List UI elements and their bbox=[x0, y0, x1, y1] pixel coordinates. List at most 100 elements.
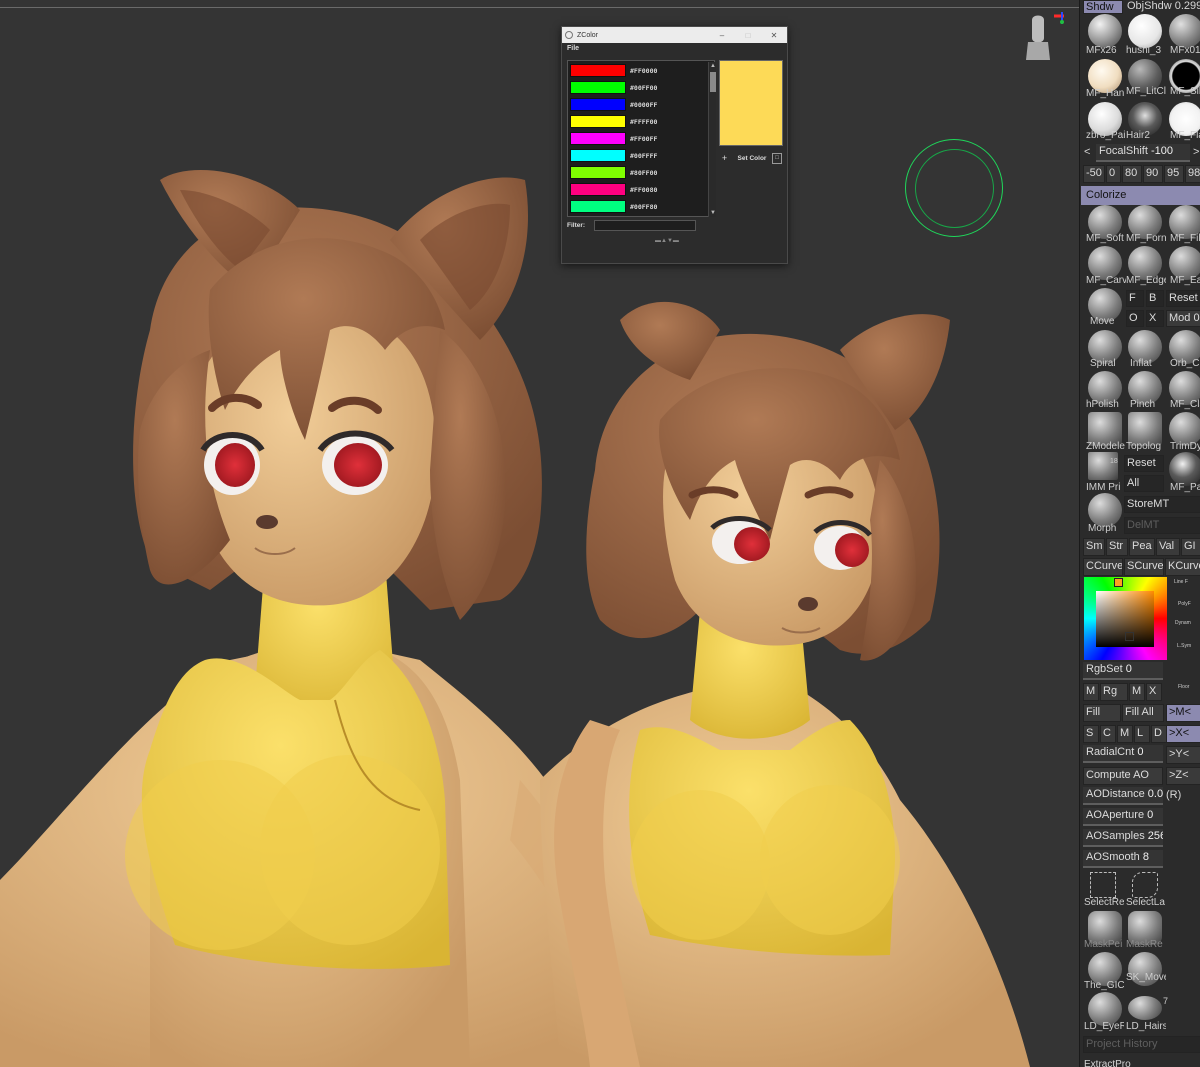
ld-hairs-icon[interactable] bbox=[1128, 996, 1162, 1020]
focal-preset-button[interactable]: 0 bbox=[1106, 165, 1121, 183]
select-rect-icon[interactable] bbox=[1090, 872, 1116, 898]
m-button[interactable]: M bbox=[1083, 683, 1099, 701]
back-toggle-button[interactable]: B bbox=[1146, 290, 1164, 307]
focal-preset-button[interactable]: 95 bbox=[1164, 165, 1184, 183]
aosamples-slider[interactable]: AOSamples 256 bbox=[1083, 829, 1163, 847]
zcolor-menu-file[interactable]: File bbox=[562, 43, 787, 55]
aosmooth-slider[interactable]: AOSmooth 8 bbox=[1083, 850, 1163, 868]
swatch-row[interactable]: #00FF00 bbox=[570, 80, 657, 95]
c-button[interactable]: C bbox=[1100, 725, 1116, 743]
stroke-gi-button[interactable]: GI bbox=[1181, 538, 1200, 556]
color-cursor[interactable] bbox=[1125, 632, 1134, 641]
swatch-color[interactable] bbox=[570, 132, 626, 145]
radialcnt-slider[interactable]: RadialCnt 0 bbox=[1083, 745, 1163, 763]
swatch-color[interactable] bbox=[570, 81, 626, 94]
focal-preset-button[interactable]: 98 bbox=[1185, 165, 1200, 183]
swatch-color[interactable] bbox=[570, 149, 626, 162]
stroke-sm-button[interactable]: Sm bbox=[1083, 538, 1105, 556]
swatch-row[interactable]: #80FF00 bbox=[570, 165, 657, 180]
front-toggle-button[interactable]: F bbox=[1126, 290, 1144, 307]
swatch-row[interactable]: #00FFFF bbox=[570, 148, 657, 163]
project-history-button[interactable]: Project History bbox=[1083, 1036, 1200, 1053]
stroke-str-button[interactable]: Str bbox=[1106, 538, 1128, 556]
swatch-color[interactable] bbox=[570, 98, 626, 111]
all-button[interactable]: All bbox=[1124, 475, 1164, 492]
material-hushi-icon[interactable] bbox=[1128, 14, 1162, 48]
saturation-value-square[interactable] bbox=[1096, 591, 1154, 647]
axis-y-button[interactable]: >Y< bbox=[1166, 746, 1200, 764]
swatch-row[interactable]: #FFFF00 bbox=[570, 114, 657, 129]
focal-preset-button[interactable]: -50 bbox=[1083, 165, 1105, 183]
zcolor-titlebar[interactable]: ZColor – □ ✕ bbox=[562, 27, 787, 43]
d-button[interactable]: D bbox=[1151, 725, 1167, 743]
set-color-button[interactable]: Set Color bbox=[731, 153, 773, 165]
shdw-button[interactable]: Shdw bbox=[1083, 0, 1123, 14]
brush-imm-icon[interactable] bbox=[1088, 452, 1118, 480]
scroll-down-icon[interactable]: ▼ bbox=[709, 209, 717, 217]
scroll-thumb[interactable] bbox=[710, 72, 716, 92]
swatch-row[interactable]: #FF0080 bbox=[570, 182, 657, 197]
colorize-header[interactable]: Colorize bbox=[1081, 186, 1200, 205]
hue-cursor[interactable] bbox=[1114, 578, 1123, 587]
swatch-color[interactable] bbox=[570, 166, 626, 179]
compute-ao-button[interactable]: Compute AO bbox=[1083, 767, 1163, 785]
rgbset-slider[interactable]: RgbSet 0 bbox=[1083, 662, 1163, 680]
color-picker-wheel[interactable] bbox=[1084, 577, 1167, 660]
m2-button[interactable]: M bbox=[1117, 725, 1133, 743]
maximize-icon[interactable]: □ bbox=[735, 31, 761, 40]
swatch-row[interactable]: #0000FF bbox=[570, 97, 657, 112]
copy-icon[interactable]: □ bbox=[772, 153, 782, 164]
l-button[interactable]: L bbox=[1134, 725, 1150, 743]
rgb-button[interactable]: Rg bbox=[1100, 683, 1128, 701]
storemt-button[interactable]: StoreMT bbox=[1124, 496, 1200, 513]
focalshift-slider[interactable]: FocalShift -100 bbox=[1096, 144, 1190, 162]
focalshift-right-arrow[interactable]: > bbox=[1193, 146, 1199, 159]
zcolor-window[interactable]: ZColor – □ ✕ File #FF0000 #00FF00 #0000FF #… bbox=[561, 26, 788, 264]
brush-mfpal-icon[interactable] bbox=[1169, 452, 1200, 486]
ccurve-button[interactable]: CCurve bbox=[1083, 558, 1123, 576]
swatch-color[interactable] bbox=[570, 115, 626, 128]
aodistance-slider[interactable]: AODistance 0.09 bbox=[1083, 787, 1163, 805]
minimize-icon[interactable]: – bbox=[709, 31, 735, 40]
filter-input[interactable] bbox=[594, 220, 696, 231]
swatch-row[interactable]: #00FF80 bbox=[570, 199, 657, 214]
stroke-pea-button[interactable]: Pea bbox=[1129, 538, 1155, 556]
swatch-list-scrollbar[interactable]: ▲ ▼ bbox=[708, 62, 716, 217]
viewport-canvas[interactable] bbox=[0, 0, 1079, 1067]
orientation-gizmo[interactable] bbox=[1010, 8, 1070, 68]
axis-m-button[interactable]: >M< bbox=[1166, 704, 1200, 722]
focal-preset-button[interactable]: 80 bbox=[1122, 165, 1142, 183]
s-button[interactable]: S bbox=[1083, 725, 1099, 743]
swatch-color[interactable] bbox=[570, 183, 626, 196]
reset-button[interactable]: Reset bbox=[1166, 290, 1200, 307]
swatch-row[interactable]: #FF00FF bbox=[570, 131, 657, 146]
delmt-button[interactable]: DelMT bbox=[1124, 517, 1200, 534]
resize-grip-icon[interactable]: ▬▲▼▬ bbox=[637, 238, 697, 244]
swatch-color[interactable] bbox=[570, 64, 626, 77]
objshdw-slider[interactable]: ObjShdw 0.299 bbox=[1127, 0, 1200, 13]
scroll-up-icon[interactable]: ▲ bbox=[709, 62, 717, 70]
material-mfx26-icon[interactable] bbox=[1088, 14, 1122, 48]
stroke-val-button[interactable]: Val bbox=[1156, 538, 1180, 556]
add-color-button[interactable]: + bbox=[719, 153, 730, 164]
close-icon[interactable]: ✕ bbox=[761, 31, 787, 40]
x-toggle-button[interactable]: X bbox=[1146, 310, 1164, 327]
scurve-button[interactable]: SCurve bbox=[1124, 558, 1164, 576]
mrgb-x-button[interactable]: X bbox=[1146, 683, 1162, 701]
axis-z-button[interactable]: >Z< bbox=[1166, 767, 1200, 785]
focalshift-left-arrow[interactable]: < bbox=[1084, 146, 1090, 159]
swatch-row[interactable]: #FF0000 bbox=[570, 63, 657, 78]
reset2-button[interactable]: Reset bbox=[1124, 455, 1164, 472]
brush-morph-icon[interactable] bbox=[1088, 493, 1122, 527]
kcurve-button[interactable]: KCurve bbox=[1165, 558, 1200, 576]
focal-preset-button[interactable]: 90 bbox=[1143, 165, 1163, 183]
fill-button[interactable]: Fill bbox=[1083, 704, 1121, 722]
swatch-color[interactable] bbox=[570, 200, 626, 213]
swatch-list[interactable]: #FF0000 #00FF00 #0000FF #FFFF00 #FF00FF #00FF… bbox=[567, 60, 716, 217]
fill-all-button[interactable]: Fill All bbox=[1122, 704, 1164, 722]
material-mfx01-icon[interactable] bbox=[1169, 14, 1200, 48]
mrgb-m-button[interactable]: M bbox=[1129, 683, 1145, 701]
select-lasso-icon[interactable] bbox=[1132, 872, 1158, 898]
mod-slider[interactable]: Mod 0 bbox=[1166, 310, 1200, 327]
o-toggle-button[interactable]: O bbox=[1126, 310, 1144, 327]
